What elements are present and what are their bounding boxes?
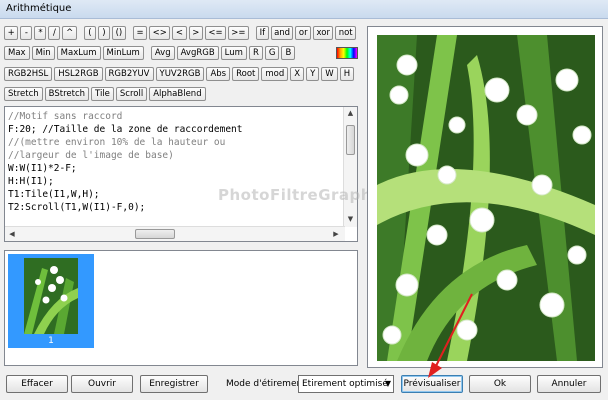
- op-not-button[interactable]: not: [335, 26, 356, 40]
- fn-bstretch-button[interactable]: BStretch: [44, 87, 90, 101]
- fn-abs-button[interactable]: Abs: [206, 67, 231, 81]
- op-less-button[interactable]: <: [172, 26, 187, 40]
- transform-toolbar: Stretch BStretch Tile Scroll AlphaBlend: [4, 87, 358, 101]
- op-plus-button[interactable]: +: [4, 26, 19, 40]
- fn-r-button[interactable]: R: [248, 46, 263, 60]
- thumbnail-caption: 1: [48, 336, 54, 346]
- scroll-thumb[interactable]: [135, 229, 175, 239]
- code-line: F:20; //Taille de la zone de raccordemen…: [8, 124, 243, 135]
- fn-stretch-button[interactable]: Stretch: [4, 87, 43, 101]
- fn-root-button[interactable]: Root: [232, 67, 260, 81]
- watermark: PhotoFiltreGraphic: [218, 186, 388, 204]
- formula-editor[interactable]: //Motif sans raccord F:20; //Taille de l…: [4, 106, 358, 242]
- code-line: T1:Tile(I1,W,H);: [8, 189, 100, 200]
- scroll-up-icon[interactable]: ▲: [346, 109, 355, 118]
- function-toolbar-2: RGB2HSL HSL2RGB RGB2YUV YUV2RGB Abs Root…: [4, 67, 358, 81]
- op-greater-button[interactable]: >: [188, 26, 204, 40]
- fn-avg-button[interactable]: Avg: [150, 46, 175, 60]
- image-list[interactable]: 1: [4, 250, 358, 366]
- annotation-arrow-icon: [428, 293, 473, 378]
- op-xor-button[interactable]: xor: [313, 26, 334, 40]
- fn-lum-button[interactable]: Lum: [220, 46, 247, 60]
- preview-image: [377, 35, 595, 361]
- op-and-button[interactable]: and: [270, 26, 294, 40]
- op-divide-button[interactable]: /: [48, 26, 61, 40]
- title-bar: Arithmétique: [0, 0, 608, 19]
- color-palette-button[interactable]: [336, 47, 358, 59]
- op-parens-button[interactable]: (): [111, 26, 126, 40]
- fn-scroll-button[interactable]: Scroll: [115, 87, 148, 101]
- op-or-button[interactable]: or: [295, 26, 312, 40]
- fn-w-button[interactable]: W: [321, 67, 338, 81]
- code-line: T2:Scroll(T1,W(I1)-F,0);: [8, 202, 146, 213]
- editor-horizontal-scrollbar[interactable]: ◀ ▶: [5, 226, 345, 241]
- fn-yuv2rgb-button[interactable]: YUV2RGB: [155, 67, 205, 81]
- editor-vertical-scrollbar[interactable]: ▲ ▼: [343, 107, 357, 227]
- fn-h-button[interactable]: H: [339, 67, 355, 81]
- function-toolbar-1: Max Min MaxLum MinLum Avg AvgRGB Lum R G…: [4, 46, 358, 60]
- op-not-equal-button[interactable]: <>: [149, 26, 171, 40]
- preview-panel: [367, 26, 603, 368]
- op-equal-button[interactable]: =: [132, 26, 148, 40]
- fn-maxlum-button[interactable]: MaxLum: [56, 46, 101, 60]
- scroll-right-icon[interactable]: ▶: [331, 229, 341, 239]
- scroll-left-icon[interactable]: ◀: [7, 229, 17, 239]
- op-minus-button[interactable]: -: [20, 26, 33, 40]
- fn-g-button[interactable]: G: [264, 46, 280, 60]
- scroll-thumb[interactable]: [346, 125, 355, 155]
- code-line: H:H(I1);: [8, 176, 54, 187]
- fn-hsl2rgb-button[interactable]: HSL2RGB: [54, 67, 103, 81]
- scroll-down-icon[interactable]: ▼: [346, 215, 355, 224]
- thumbnail-image: [24, 258, 78, 334]
- op-close-paren-button[interactable]: ): [97, 26, 110, 40]
- fn-tile-button[interactable]: Tile: [91, 87, 114, 101]
- op-power-button[interactable]: ^: [62, 26, 77, 40]
- operator-toolbar: + - * / ^ ( ) () = <> < > <= >= If and o…: [4, 26, 358, 40]
- chevron-down-icon[interactable]: ▼: [385, 379, 391, 388]
- fn-minlum-button[interactable]: MinLum: [102, 46, 144, 60]
- fn-mod-button[interactable]: mod: [261, 67, 289, 81]
- clear-button[interactable]: Effacer: [6, 375, 68, 393]
- op-if-button[interactable]: If: [255, 26, 269, 40]
- op-multiply-button[interactable]: *: [34, 26, 47, 40]
- fn-avgrgb-button[interactable]: AvgRGB: [176, 46, 219, 60]
- formula-code[interactable]: //Motif sans raccord F:20; //Taille de l…: [8, 110, 243, 214]
- cancel-button[interactable]: Annuler: [537, 375, 601, 393]
- code-line: //(mettre environ 10% de la hauteur ou: [8, 137, 226, 148]
- stretch-mode-label: Mode d'étirement: [226, 379, 306, 389]
- fn-rgb2yuv-button[interactable]: RGB2YUV: [104, 67, 154, 81]
- fn-x-button[interactable]: X: [290, 67, 305, 81]
- stretch-mode-value: Etirement optimisé: [302, 379, 388, 389]
- fn-y-button[interactable]: Y: [306, 67, 320, 81]
- op-less-equal-button[interactable]: <=: [205, 26, 226, 40]
- fn-max-button[interactable]: Max: [4, 46, 30, 60]
- fn-min-button[interactable]: Min: [31, 46, 55, 60]
- fn-b-button[interactable]: B: [281, 46, 296, 60]
- op-greater-equal-button[interactable]: >=: [227, 26, 249, 40]
- op-open-paren-button[interactable]: (: [83, 26, 96, 40]
- stretch-mode-select[interactable]: Etirement optimisé ▼: [298, 375, 394, 393]
- image-list-item[interactable]: 1: [8, 254, 94, 348]
- code-line: //largeur de l'image de base): [8, 150, 174, 161]
- code-line: //Motif sans raccord: [8, 111, 123, 122]
- open-button[interactable]: Ouvrir: [71, 375, 133, 393]
- fn-alphablend-button[interactable]: AlphaBlend: [149, 87, 206, 101]
- save-button[interactable]: Enregistrer: [140, 375, 208, 393]
- fn-rgb2hsl-button[interactable]: RGB2HSL: [4, 67, 53, 81]
- bottom-bar: Effacer Ouvrir Enregistrer Mode d'étirem…: [0, 375, 608, 395]
- code-line: W:W(I1)*2-F;: [8, 163, 77, 174]
- window-title: Arithmétique: [6, 3, 72, 14]
